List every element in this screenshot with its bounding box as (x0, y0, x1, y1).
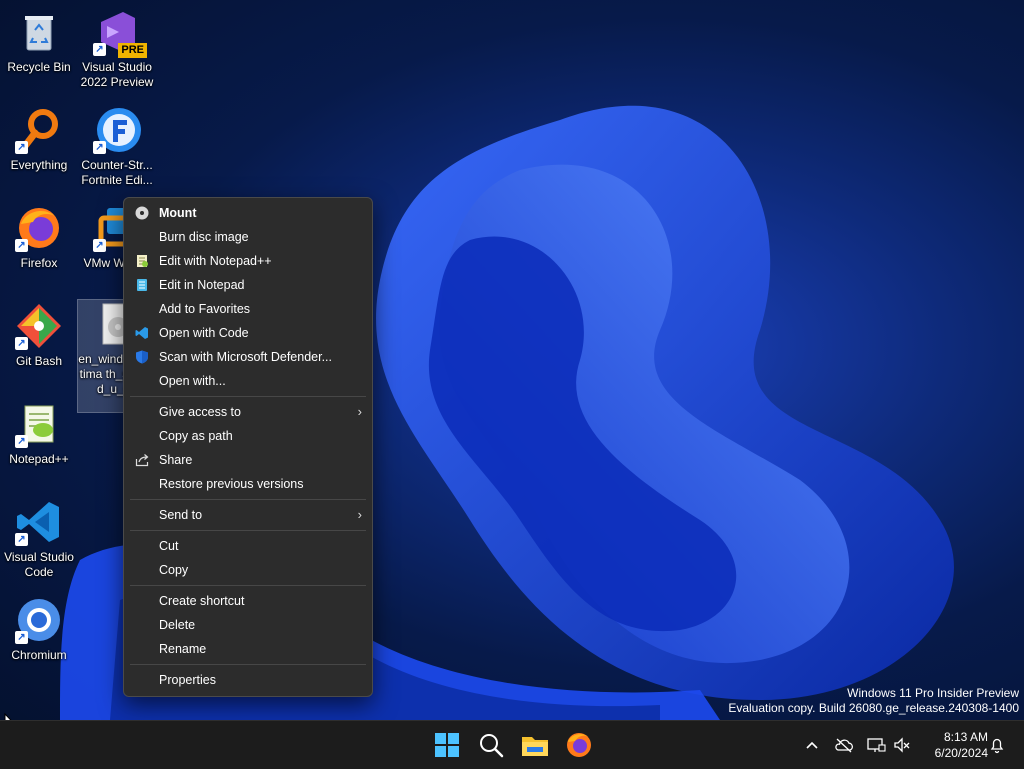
show-hidden-icons-button[interactable] (802, 735, 822, 755)
bell-icon (990, 738, 1004, 754)
menu-item-copy-as-path[interactable]: Copy as path (124, 424, 372, 448)
chevron-right-icon: › (357, 404, 362, 419)
menu-item-add-to-favorites[interactable]: Add to Favorites (124, 297, 372, 321)
clock-time: 8:13 AM (943, 730, 988, 744)
notepadpp-icon (137, 255, 148, 267)
visual-studio-icon: PRE ↗ (93, 8, 147, 58)
menu-item-mount[interactable]: Mount (124, 201, 372, 225)
desktop-icon-vscode[interactable]: ↗ Visual Studio Code (0, 498, 78, 580)
notifications-button[interactable] (987, 735, 1007, 755)
desktop-icon-label: Recycle Bin (7, 60, 71, 74)
shortcut-arrow-icon: ↗ (15, 337, 28, 350)
desktop-icon-git-bash[interactable]: ↗ Git Bash (0, 302, 78, 369)
search-button[interactable] (475, 729, 507, 761)
menu-item-burn-disc-image[interactable]: Burn disc image (124, 225, 372, 249)
network-icon (867, 738, 886, 752)
counter-strike-icon: ↗ (93, 106, 141, 154)
evaluation-watermark: Windows 11 Pro Insider Preview Evaluatio… (728, 686, 1019, 716)
menu-item-delete[interactable]: Delete (124, 613, 372, 637)
notepadpp-icon: ↗ (15, 400, 63, 448)
menu-item-give-access-to[interactable]: Give access to › (124, 400, 372, 424)
git-bash-icon: ↗ (15, 302, 63, 350)
recycle-bin-icon (15, 8, 63, 56)
shortcut-arrow-icon: ↗ (93, 141, 106, 154)
shortcut-arrow-icon: ↗ (93, 239, 106, 252)
desktop-icon-label: Firefox (20, 256, 58, 270)
clock-date: 6/20/2024 (934, 746, 988, 760)
taskbar: 8:13 AM 6/20/2024 (0, 720, 1024, 769)
watermark-edition: Windows 11 Pro Insider Preview (847, 686, 1019, 700)
shortcut-arrow-icon: ↗ (15, 239, 28, 252)
start-button[interactable] (431, 729, 463, 761)
menu-separator (130, 530, 366, 531)
desktop-icon-label: Git Bash (15, 354, 63, 368)
desktop-icon-notepadpp[interactable]: ↗ Notepad++ (0, 400, 78, 467)
desktop-icon-recycle-bin[interactable]: Recycle Bin (0, 8, 78, 75)
chevron-right-icon: › (357, 507, 362, 522)
onedrive-button[interactable] (834, 735, 854, 755)
desktop-icon-visual-studio-2022-preview[interactable]: PRE ↗ Visual Studio 2022 Preview (78, 8, 156, 90)
firefox-icon: ↗ (15, 204, 63, 252)
firefox-taskbar-button[interactable] (563, 729, 595, 761)
shortcut-arrow-icon: ↗ (15, 533, 28, 546)
shortcut-arrow-icon: ↗ (15, 631, 28, 644)
desktop-icon-label: Visual Studio Code (4, 550, 74, 579)
volume-muted-icon (894, 737, 910, 753)
vscode-icon (135, 327, 148, 339)
desktop-icon-label: Counter-Str... Fortnite Edi... (81, 158, 153, 187)
file-explorer-icon (522, 737, 548, 756)
desktop-icon-label: Chromium (11, 648, 67, 662)
menu-item-scan-with-defender[interactable]: Scan with Microsoft Defender... (124, 345, 372, 369)
desktop-icon-label: Everything (10, 158, 68, 172)
desktop-icon-chromium[interactable]: ↗ Chromium (0, 596, 78, 663)
menu-item-copy[interactable]: Copy (124, 558, 372, 582)
menu-item-edit-with-notepadpp[interactable]: Edit with Notepad++ (124, 249, 372, 273)
chevron-up-icon (806, 741, 818, 749)
volume-button[interactable] (892, 735, 912, 755)
cloud-offline-icon (835, 738, 853, 753)
menu-item-open-with-code[interactable]: Open with Code (124, 321, 372, 345)
desktop-icon-label: Notepad++ (9, 452, 69, 466)
defender-shield-icon (136, 350, 148, 364)
desktop-icon-everything[interactable]: ↗ Everything (0, 106, 78, 173)
notepad-icon (137, 279, 147, 291)
firefox-icon (567, 733, 591, 757)
network-button[interactable] (866, 735, 886, 755)
menu-item-send-to[interactable]: Send to › (124, 503, 372, 527)
menu-item-rename[interactable]: Rename (124, 637, 372, 661)
desktop-icon-counter-strike[interactable]: ↗ Counter-Str... Fortnite Edi... (78, 106, 156, 188)
menu-separator (130, 664, 366, 665)
menu-item-properties[interactable]: Properties (124, 668, 372, 692)
menu-item-cut[interactable]: Cut (124, 534, 372, 558)
file-explorer-button[interactable] (519, 729, 551, 761)
everything-magnifier-icon: ↗ (15, 106, 63, 154)
search-icon (480, 734, 504, 758)
menu-item-share[interactable]: Share (124, 448, 372, 472)
vscode-icon: ↗ (15, 498, 63, 546)
menu-separator (130, 585, 366, 586)
shortcut-arrow-icon: ↗ (93, 43, 106, 56)
disc-icon (135, 206, 149, 220)
shortcut-arrow-icon: ↗ (15, 435, 28, 448)
desktop-icon-firefox[interactable]: ↗ Firefox (0, 204, 78, 271)
menu-separator (130, 396, 366, 397)
share-icon (135, 454, 149, 467)
desktop-icon-label: Visual Studio 2022 Preview (80, 60, 154, 89)
menu-separator (130, 499, 366, 500)
start-icon (435, 733, 459, 757)
menu-item-open-with[interactable]: Open with... (124, 369, 372, 393)
menu-item-restore-previous-versions[interactable]: Restore previous versions (124, 472, 372, 496)
preview-badge: PRE (118, 43, 147, 58)
clock-button[interactable]: 8:13 AM 6/20/2024 (918, 729, 988, 761)
chromium-icon: ↗ (15, 596, 63, 644)
watermark-build: Evaluation copy. Build 26080.ge_release.… (728, 701, 1019, 715)
shortcut-arrow-icon: ↗ (15, 141, 28, 154)
context-menu: Mount Burn disc image Edit with Notepad+… (123, 197, 373, 697)
menu-item-create-shortcut[interactable]: Create shortcut (124, 589, 372, 613)
menu-item-edit-in-notepad[interactable]: Edit in Notepad (124, 273, 372, 297)
